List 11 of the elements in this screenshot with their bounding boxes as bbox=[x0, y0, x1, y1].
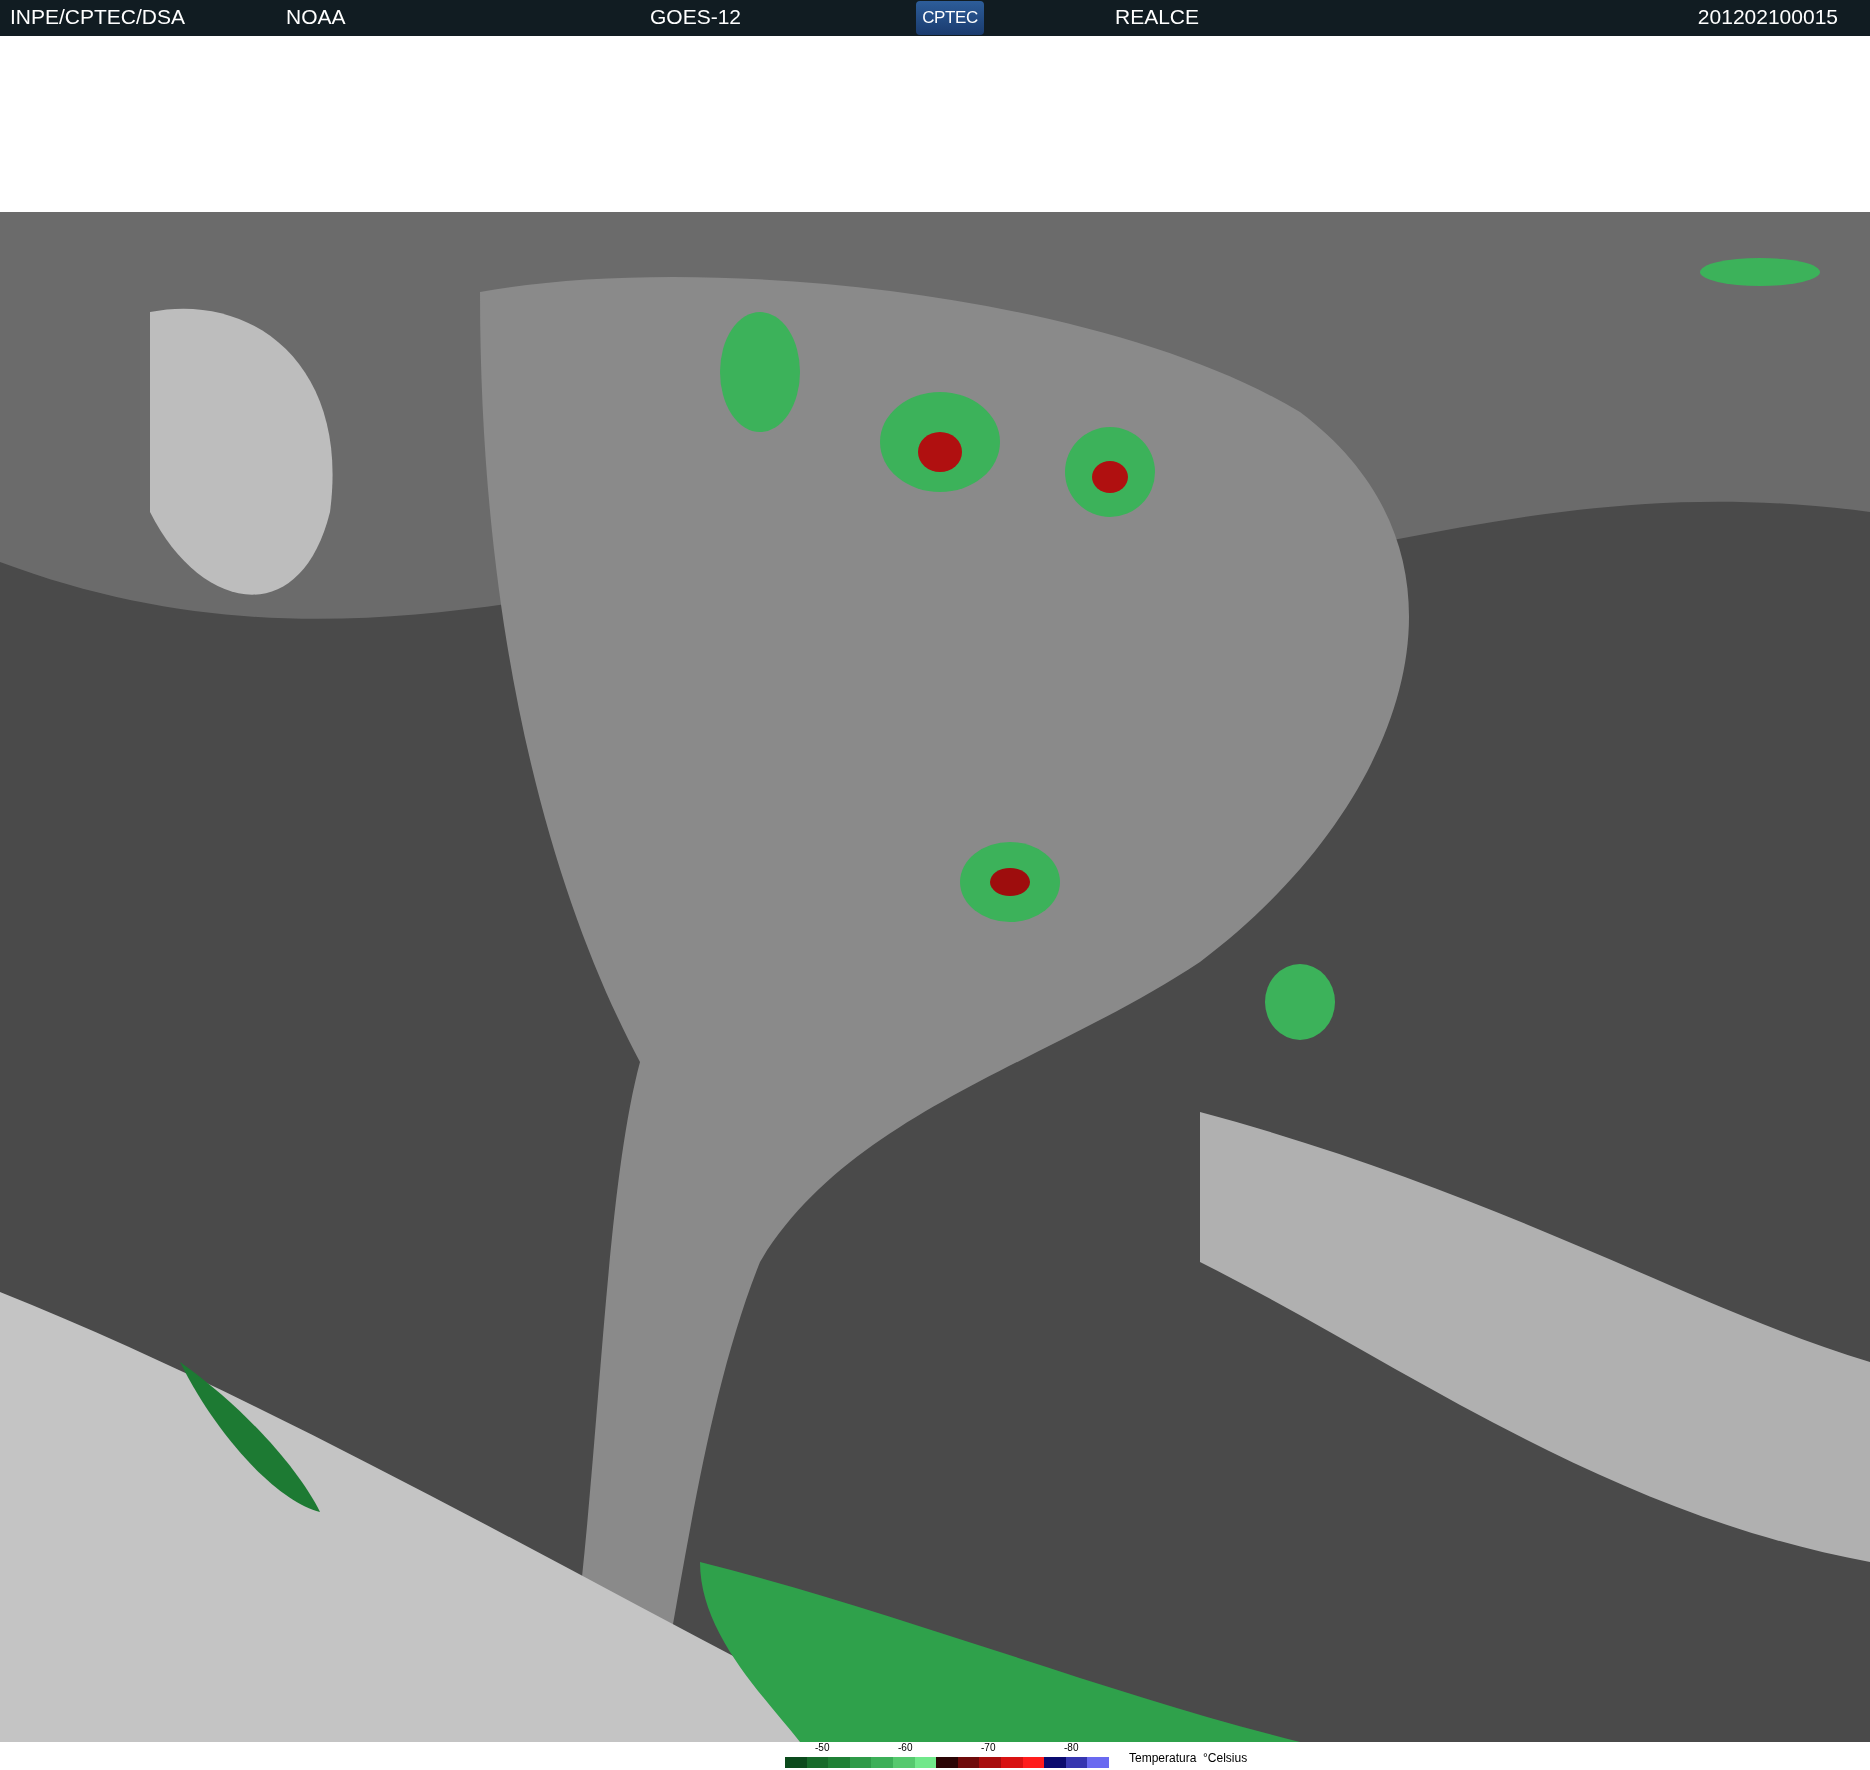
header-label: INPE/CPTEC/DSA bbox=[10, 4, 186, 28]
header-label: NOAA bbox=[286, 4, 346, 28]
legend-tick-label: -50 bbox=[815, 1743, 830, 1753]
legend-tick-label: -60 bbox=[898, 1743, 913, 1753]
header-label: GOES-12 bbox=[650, 4, 742, 28]
logo: CPTEC bbox=[916, 1, 984, 35]
header-label: 201202100015 bbox=[1697, 4, 1838, 28]
legend-tick-label: -70 bbox=[981, 1743, 996, 1753]
legend-title: Temperatura °Celsius bbox=[1129, 1750, 1248, 1767]
header-label: REALCE bbox=[1115, 4, 1200, 28]
legend-tick-label: -80 bbox=[1064, 1743, 1079, 1753]
